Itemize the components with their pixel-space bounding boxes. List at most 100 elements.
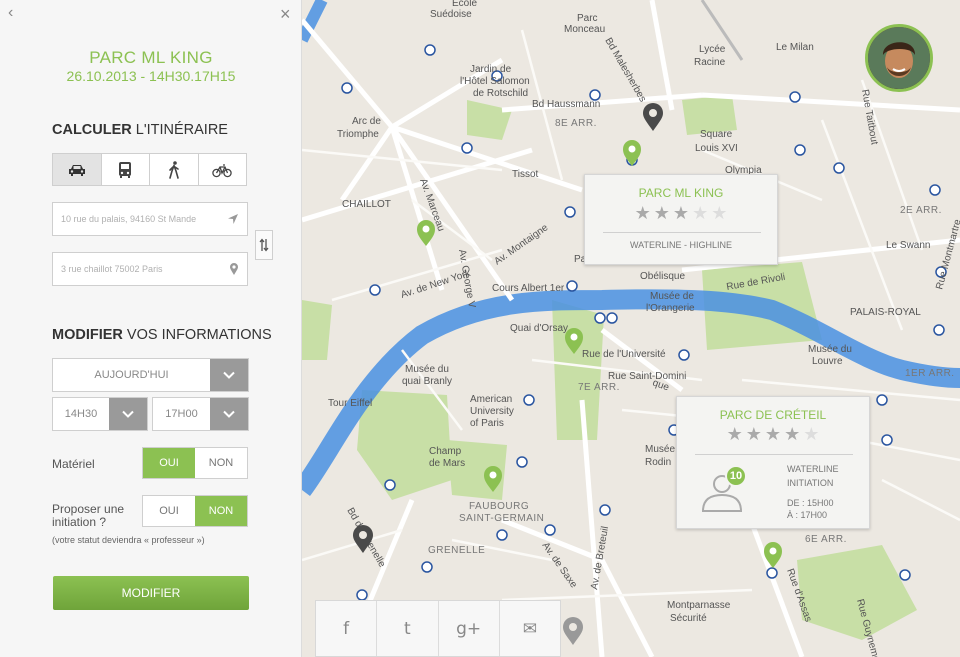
pin-dark-icon (643, 103, 663, 131)
svg-text:Suédoise: Suédoise (430, 9, 472, 20)
star-empty-icon: ★ (803, 424, 820, 444)
svg-text:Rue Taitbout: Rue Taitbout (859, 89, 880, 146)
svg-text:Ecole: Ecole (452, 0, 477, 9)
origin-field[interactable] (52, 202, 248, 236)
materiel-yes-button[interactable]: OUI (143, 448, 195, 478)
svg-text:Quai d'Orsay: Quai d'Orsay (510, 323, 568, 334)
svg-text:Obélisque: Obélisque (640, 271, 685, 282)
svg-text:CHAILLOT: CHAILLOT (342, 199, 391, 210)
svg-text:l'Hôtel Salomon: l'Hôtel Salomon (460, 76, 530, 87)
svg-text:Av. Montaigne: Av. Montaigne (492, 222, 550, 267)
activity-line1: WATERLINE (787, 464, 839, 474)
end-time-value: 17H00 (165, 408, 198, 420)
chevron-down-icon[interactable] (210, 398, 248, 430)
facebook-icon: f (343, 618, 350, 639)
popup-from-time: DE : 15H00 (787, 498, 834, 508)
rating-stars: ★ ★ ★ ★ ★ (677, 425, 869, 443)
start-time-value: 14H30 (64, 408, 98, 420)
day-select[interactable]: AUJOURD'HUI (52, 358, 249, 392)
svg-text:1ER ARR.: 1ER ARR. (905, 368, 955, 379)
svg-text:University: University (470, 406, 514, 417)
initiation-label: Proposer une initiation ? (52, 503, 124, 529)
svg-text:American: American (470, 394, 512, 405)
svg-text:Louvre: Louvre (812, 356, 843, 367)
map-view[interactable]: Ecole Suédoise Parc Monceau Lycée Racine Le… (302, 0, 960, 657)
facebook-share-button[interactable]: f (316, 601, 378, 656)
initiation-label-line2: initiation ? (52, 515, 107, 529)
svg-text:Le Swann: Le Swann (886, 240, 930, 251)
svg-text:Cours Albert 1er: Cours Albert 1er (492, 283, 565, 294)
svg-text:Rodin: Rodin (645, 457, 671, 468)
initiation-yes-button[interactable]: OUI (143, 496, 195, 526)
mode-bus-button[interactable] (102, 154, 150, 185)
divider (603, 232, 761, 233)
chevron-down-icon[interactable] (210, 359, 248, 391)
svg-text:Sécurité: Sécurité (670, 613, 707, 624)
back-chevron-icon[interactable]: ‹ (8, 4, 13, 22)
svg-text:PALAIS-ROYAL: PALAIS-ROYAL (850, 307, 921, 318)
svg-text:Rue Saint-Domini: Rue Saint-Domini (608, 371, 686, 382)
info-title-rest: VOS INFORMATIONS (122, 327, 272, 343)
email-share-button[interactable]: ✉ (500, 601, 560, 656)
origin-input[interactable] (61, 214, 227, 224)
svg-text:Bd Malesherbes: Bd Malesherbes (602, 36, 648, 104)
mode-walk-button[interactable] (150, 154, 199, 185)
close-icon[interactable]: × (280, 4, 291, 25)
destination-input[interactable] (61, 264, 229, 274)
svg-text:Parc: Parc (577, 13, 598, 24)
svg-text:Tissot: Tissot (512, 169, 539, 180)
svg-text:Rue de l'Université: Rue de l'Université (582, 349, 666, 360)
start-time-select[interactable]: 14H30 (52, 397, 148, 431)
svg-text:Musée de: Musée de (650, 291, 694, 302)
end-time-select[interactable]: 17H00 (152, 397, 249, 431)
star-icon: ★ (634, 203, 651, 223)
map-pin-icon[interactable] (229, 262, 239, 276)
svg-text:l'Orangerie: l'Orangerie (646, 303, 695, 314)
car-icon (68, 164, 85, 176)
svg-text:Musée: Musée (645, 444, 675, 455)
popup-activities: WATERLINE INITIATION (787, 462, 857, 490)
svg-text:Arc de: Arc de (352, 116, 381, 127)
mode-car-button[interactable] (53, 154, 102, 185)
googleplus-share-button[interactable]: g+ (439, 601, 500, 656)
svg-text:Tour Eiffel: Tour Eiffel (328, 398, 372, 409)
svg-text:Monceau: Monceau (564, 24, 605, 35)
initiation-no-button[interactable]: NON (195, 496, 247, 526)
route-title-bold: CALCULER (52, 122, 132, 138)
twitter-icon: t (404, 618, 411, 639)
popup-subtitle: WATERLINE - HIGHLINE (629, 240, 732, 250)
locate-arrow-icon[interactable] (227, 213, 239, 225)
swap-addresses-button[interactable] (255, 230, 273, 260)
twitter-share-button[interactable]: t (377, 601, 439, 656)
svg-text:8E ARR.: 8E ARR. (555, 118, 597, 129)
activity-line2: INITIATION (787, 478, 834, 488)
svg-text:FAUBOURG: FAUBOURG (469, 501, 529, 512)
svg-text:de Rotschild: de Rotschild (473, 88, 528, 99)
participants-badge: 10 (725, 465, 747, 487)
route-title-rest: L'ITINÉRAIRE (131, 122, 228, 138)
route-section-title: CALCULER L'ITINÉRAIRE (52, 122, 228, 138)
svg-text:6E ARR.: 6E ARR. (805, 534, 847, 545)
mode-bike-button[interactable] (199, 154, 247, 185)
user-avatar[interactable] (865, 24, 933, 92)
chevron-down-icon[interactable] (109, 398, 147, 430)
event-title: PARC ML KING (89, 48, 213, 67)
svg-text:Jardin de: Jardin de (470, 64, 512, 75)
swap-icon (259, 238, 269, 252)
spot-popup-mlking[interactable]: PARC ML KING ★ ★ ★ ★ ★ WATERLINE - HIGHL… (584, 174, 778, 265)
svg-text:Musée du: Musée du (808, 344, 852, 355)
star-empty-icon: ★ (692, 203, 709, 223)
svg-text:de Mars: de Mars (429, 458, 465, 469)
svg-text:Square: Square (700, 129, 733, 140)
spot-popup-creteil[interactable]: PARC DE CRÉTEIL ★ ★ ★ ★ ★ 10 WATERLINE IN… (676, 396, 870, 529)
destination-field[interactable] (52, 252, 248, 286)
pin-grey-icon (563, 617, 583, 645)
map-canvas[interactable]: EcoleSuédoise ParcMonceau Lycée Racine Le… (302, 0, 960, 657)
svg-text:Champ: Champ (429, 446, 462, 457)
bus-icon (119, 161, 132, 178)
mail-icon: ✉ (522, 618, 537, 639)
map-labels: EcoleSuédoise ParcMonceau Lycée Racine Le… (328, 0, 930, 624)
materiel-no-button[interactable]: NON (195, 448, 247, 478)
modify-button[interactable]: MODIFIER (53, 576, 249, 610)
rating-stars: ★ ★ ★ ★ ★ (585, 204, 777, 222)
